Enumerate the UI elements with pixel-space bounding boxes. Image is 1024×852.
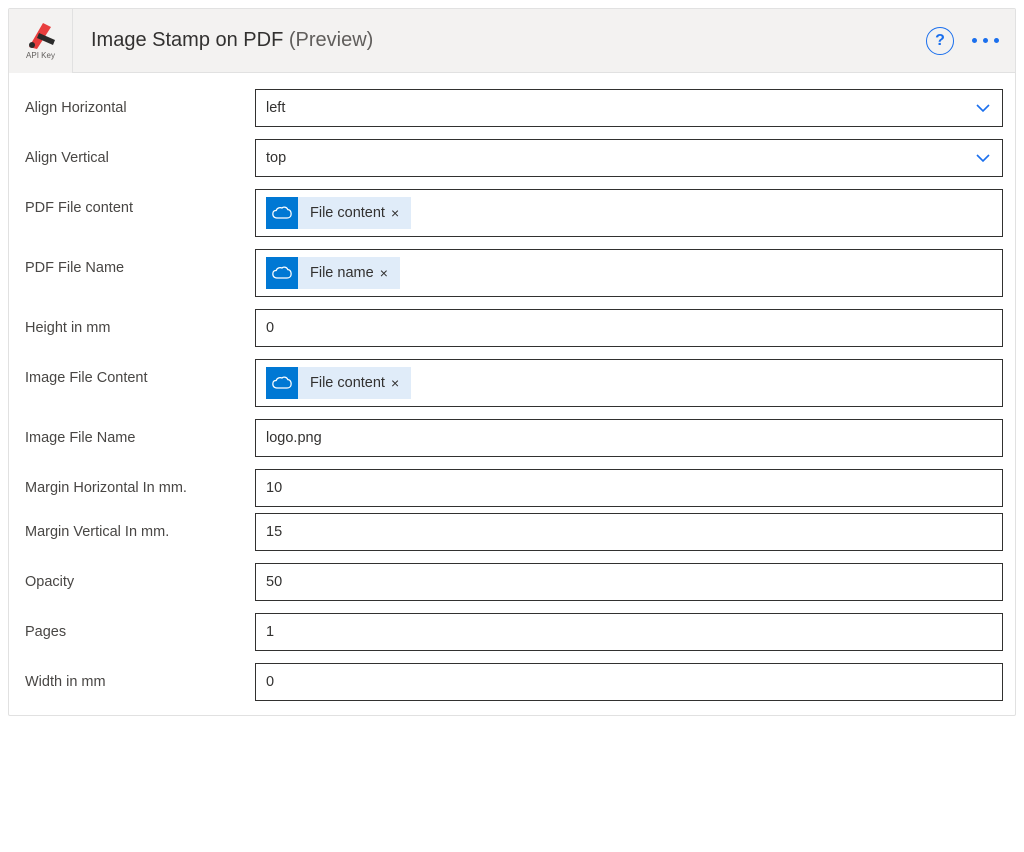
input-pdf-file-content[interactable]: File content × bbox=[255, 189, 1003, 237]
row-pdf-file-content: PDF File content File content × bbox=[25, 189, 1003, 237]
row-height-mm: Height in mm bbox=[25, 309, 1003, 347]
row-pdf-file-name: PDF File Name File name × bbox=[25, 249, 1003, 297]
label-margin-horizontal: Margin Horizontal In mm. bbox=[25, 469, 255, 497]
token-remove[interactable]: × bbox=[391, 205, 399, 221]
api-key-label: API Key bbox=[26, 51, 55, 60]
token-label: File name bbox=[310, 265, 374, 281]
onedrive-icon bbox=[266, 367, 298, 399]
chevron-down-icon bbox=[974, 149, 992, 167]
connector-icon bbox=[25, 21, 57, 49]
input-pages[interactable] bbox=[266, 624, 992, 640]
row-image-file-content: Image File Content File content × bbox=[25, 359, 1003, 407]
label-pdf-file-content: PDF File content bbox=[25, 189, 255, 217]
onedrive-icon bbox=[266, 257, 298, 289]
input-pdf-file-name[interactable]: File name × bbox=[255, 249, 1003, 297]
token-label: File content bbox=[310, 205, 385, 221]
onedrive-icon bbox=[266, 197, 298, 229]
token-remove[interactable]: × bbox=[380, 265, 388, 281]
row-margin-vertical: Margin Vertical In mm. bbox=[25, 513, 1003, 551]
dynamic-token[interactable]: File content × bbox=[266, 197, 411, 229]
help-button[interactable]: ? bbox=[926, 27, 954, 55]
row-align-vertical: Align Vertical top bbox=[25, 139, 1003, 177]
card-header: API Key Image Stamp on PDF (Preview) ? bbox=[9, 9, 1015, 73]
label-align-horizontal: Align Horizontal bbox=[25, 89, 255, 117]
input-margin-vertical[interactable] bbox=[266, 524, 992, 540]
label-pages: Pages bbox=[25, 613, 255, 641]
label-opacity: Opacity bbox=[25, 563, 255, 591]
row-opacity: Opacity bbox=[25, 563, 1003, 601]
select-value: left bbox=[266, 100, 285, 116]
row-align-horizontal: Align Horizontal left bbox=[25, 89, 1003, 127]
card-title: Image Stamp on PDF (Preview) bbox=[73, 29, 926, 52]
chevron-down-icon bbox=[974, 99, 992, 117]
select-align-vertical[interactable]: top bbox=[255, 139, 1003, 177]
label-margin-vertical: Margin Vertical In mm. bbox=[25, 513, 255, 541]
row-pages: Pages bbox=[25, 613, 1003, 651]
card-title-suffix: (Preview) bbox=[289, 29, 373, 51]
input-opacity[interactable] bbox=[266, 574, 992, 590]
input-margin-horizontal[interactable] bbox=[266, 480, 992, 496]
label-pdf-file-name: PDF File Name bbox=[25, 249, 255, 277]
connector-icon-box: API Key bbox=[9, 9, 73, 73]
input-width-mm[interactable] bbox=[266, 674, 992, 690]
select-align-horizontal[interactable]: left bbox=[255, 89, 1003, 127]
dynamic-token[interactable]: File name × bbox=[266, 257, 400, 289]
input-height-mm[interactable] bbox=[266, 320, 992, 336]
label-image-file-name: Image File Name bbox=[25, 419, 255, 447]
dynamic-token[interactable]: File content × bbox=[266, 367, 411, 399]
token-label: File content bbox=[310, 375, 385, 391]
select-value: top bbox=[266, 150, 286, 166]
label-height-mm: Height in mm bbox=[25, 309, 255, 337]
card-title-text: Image Stamp on PDF bbox=[91, 29, 283, 51]
more-options-button[interactable] bbox=[968, 34, 1003, 47]
label-width-mm: Width in mm bbox=[25, 663, 255, 691]
input-image-file-content[interactable]: File content × bbox=[255, 359, 1003, 407]
card-body: Align Horizontal left Align Vertical top… bbox=[9, 73, 1015, 715]
row-width-mm: Width in mm bbox=[25, 663, 1003, 701]
label-align-vertical: Align Vertical bbox=[25, 139, 255, 167]
input-image-file-name[interactable] bbox=[266, 430, 992, 446]
label-image-file-content: Image File Content bbox=[25, 359, 255, 387]
action-card: API Key Image Stamp on PDF (Preview) ? A… bbox=[8, 8, 1016, 716]
row-image-file-name: Image File Name bbox=[25, 419, 1003, 457]
row-margin-horizontal: Margin Horizontal In mm. bbox=[25, 469, 1003, 507]
token-remove[interactable]: × bbox=[391, 375, 399, 391]
